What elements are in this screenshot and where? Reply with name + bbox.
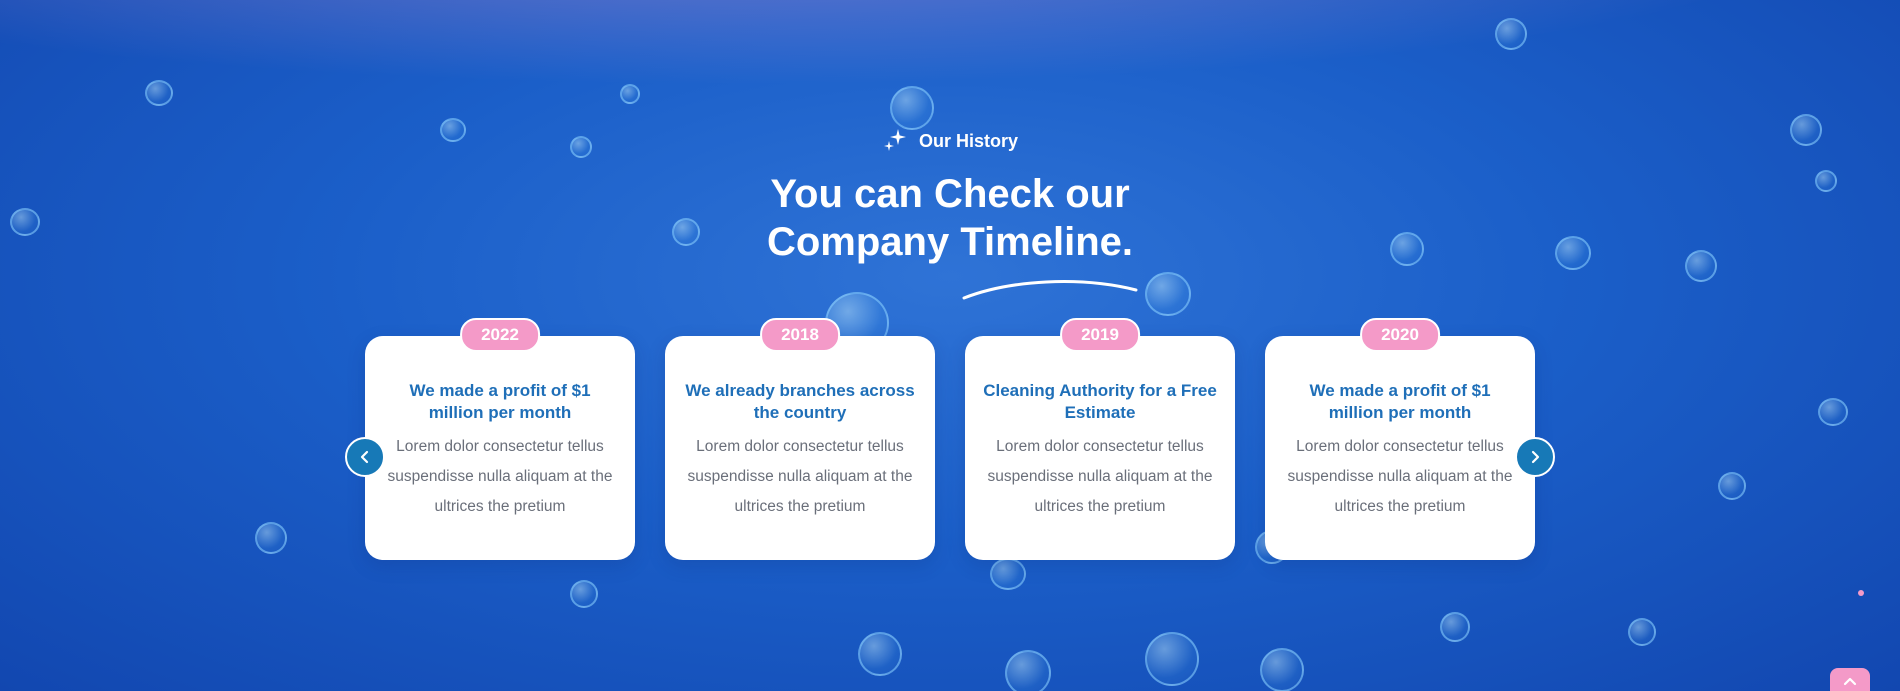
timeline-card: 2019 Cleaning Authority for a Free Estim… bbox=[965, 318, 1235, 560]
timeline-card: 2018 We already branches across the coun… bbox=[665, 318, 935, 560]
bubble bbox=[1440, 612, 1470, 642]
timeline-carousel: 2022 We made a profit of $1 million per … bbox=[365, 318, 1535, 560]
bubble bbox=[1818, 398, 1848, 426]
bubble bbox=[1145, 272, 1191, 316]
bubble bbox=[620, 84, 640, 104]
card-text: Lorem dolor consectetur tellus suspendis… bbox=[987, 438, 1213, 515]
decorative-dot bbox=[1858, 590, 1864, 596]
bubble bbox=[255, 522, 287, 554]
timeline-card: 2020 We made a profit of $1 million per … bbox=[1265, 318, 1535, 560]
card-title: We already branches across the country bbox=[685, 381, 915, 422]
card-title: We made a profit of $1 million per month bbox=[409, 381, 591, 422]
bubble bbox=[145, 80, 173, 106]
card-title: Cleaning Authority for a Free Estimate bbox=[983, 381, 1217, 422]
bubble bbox=[1495, 18, 1527, 50]
heading-line-1: You can Check our bbox=[770, 172, 1130, 216]
bubble bbox=[990, 558, 1026, 590]
bubble bbox=[1145, 632, 1199, 686]
bubble bbox=[570, 580, 598, 608]
eyebrow-label: Our History bbox=[918, 131, 1019, 151]
bubble bbox=[1718, 472, 1746, 500]
bubble bbox=[1005, 650, 1051, 691]
scroll-to-top-button[interactable] bbox=[1830, 668, 1870, 691]
card-text: Lorem dolor consectetur tellus suspendis… bbox=[1287, 438, 1513, 515]
section-eyebrow: Our History bbox=[0, 127, 1900, 158]
heading-underline-swoosh bbox=[962, 280, 1138, 300]
chevron-left-icon bbox=[360, 450, 369, 464]
card-text: Lorem dolor consectetur tellus suspendis… bbox=[687, 438, 913, 515]
bubble bbox=[1260, 648, 1304, 691]
year-badge: 2019 bbox=[1060, 318, 1140, 352]
carousel-next-button[interactable] bbox=[1515, 437, 1555, 477]
bubble bbox=[890, 86, 934, 130]
heading-line-2: Company Timeline. bbox=[766, 220, 1133, 264]
section-heading: You can Check our Company Timeline. bbox=[0, 170, 1900, 266]
bubble bbox=[1628, 618, 1656, 646]
timeline-card: 2022 We made a profit of $1 million per … bbox=[365, 318, 635, 560]
card-text: Lorem dolor consectetur tellus suspendis… bbox=[387, 438, 613, 515]
chevron-right-icon bbox=[1531, 450, 1540, 464]
chevron-up-icon bbox=[1843, 677, 1857, 686]
year-badge: 2018 bbox=[760, 318, 840, 352]
year-badge: 2020 bbox=[1360, 318, 1440, 352]
carousel-prev-button[interactable] bbox=[345, 437, 385, 477]
history-section: Our History You can Check our Company Ti… bbox=[0, 0, 1900, 691]
water-surface-highlight bbox=[0, 0, 1900, 110]
year-badge: 2022 bbox=[460, 318, 540, 352]
bubble bbox=[858, 632, 902, 676]
sparkle-icon bbox=[882, 127, 908, 158]
card-title: We made a profit of $1 million per month bbox=[1309, 381, 1491, 422]
